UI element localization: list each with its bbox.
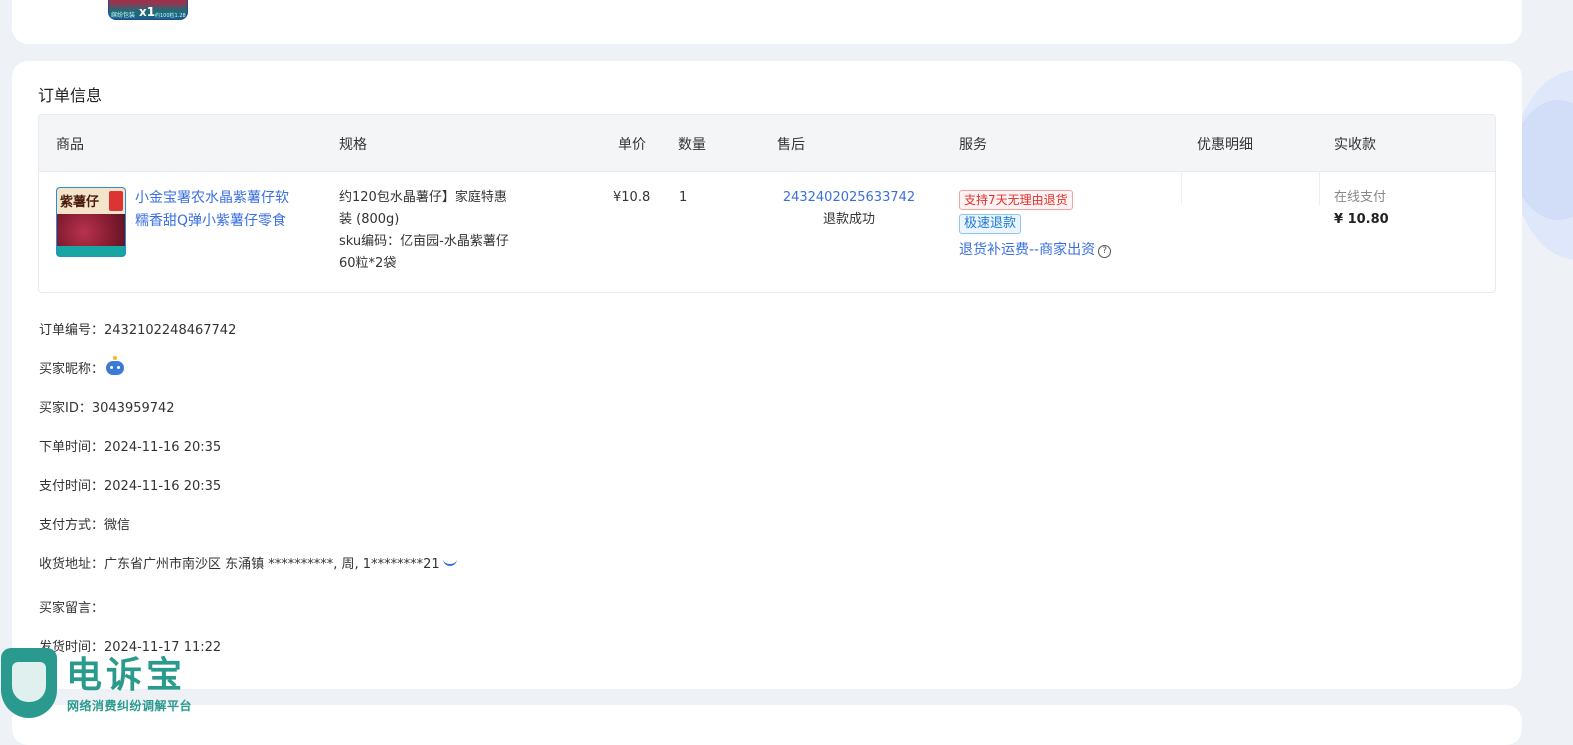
pay-time: 2024-11-16 20:35 [104, 479, 222, 494]
buyer-message-row: 买家留言： [39, 601, 105, 616]
pay-method-row: 支付方式：微信 [39, 518, 131, 533]
section-title: 订单信息 [38, 86, 103, 105]
watermark-title: 电诉宝 [66, 655, 187, 696]
quantity: 1 [679, 190, 688, 205]
unit-price: ¥10.8 [613, 190, 651, 205]
badge-fast-refund: 极速退款 [959, 214, 1022, 234]
header-received: 实收款 [1334, 137, 1376, 153]
previous-card: 缤纷包装 x1 约100粒1.28斤 [12, 0, 1522, 44]
spec-text: 约120包水晶薯仔】家庭特惠装 (800g) [339, 190, 507, 227]
column-divider [1319, 171, 1320, 205]
order-info-card: 订单信息 商品 规格 单价 数量 售后 服务 优惠明细 实收款 紫薯仔 小金宝署… [12, 61, 1522, 689]
header-discount: 优惠明细 [1197, 137, 1253, 153]
header-after-sales: 售后 [777, 137, 805, 153]
header-spec: 规格 [339, 137, 367, 153]
header-product: 商品 [56, 137, 84, 153]
header-quantity: 数量 [678, 137, 706, 153]
buyer-nickname-row: 买家昵称： [39, 356, 125, 377]
order-time-row: 下单时间：2024-11-16 20:35 [39, 440, 222, 455]
watermark-subtitle: 网络消费纠纷调解平台 [67, 699, 193, 713]
table-row: 紫薯仔 小金宝署农水晶紫薯仔软糯香甜Q弹小紫薯仔零食 约120包水晶薯仔】家庭特… [39, 171, 1495, 292]
column-divider [1181, 171, 1182, 205]
after-sales-status: 退款成功 [822, 212, 875, 227]
sku-code: sku编码：亿亩园-水晶紫薯仔60粒*2袋 [339, 234, 509, 271]
product-thumbnail[interactable]: 缤纷包装 x1 约100粒1.28斤 [108, 0, 188, 20]
product-image[interactable]: 紫薯仔 [56, 187, 126, 257]
received-amount: ¥ 10.80 [1334, 212, 1389, 227]
after-sales-number-link[interactable]: 2432402025633742 [779, 187, 919, 209]
badge-7day-return: 支持7天无理由退货 [959, 190, 1073, 210]
payment-method: 在线支付 [1334, 190, 1387, 205]
pay-method: 微信 [104, 518, 131, 533]
eye-closed-icon[interactable] [442, 558, 457, 566]
thumbnail-qty: x1 [139, 5, 156, 19]
next-card [12, 705, 1522, 745]
shield-fist-icon [1, 648, 57, 718]
buyer-id-row: 买家ID：3043959742 [39, 401, 175, 416]
buyer-id: 3043959742 [91, 401, 175, 416]
order-time: 2024-11-16 20:35 [104, 440, 222, 455]
return-shipping-link[interactable]: 退货补运费--商家出资 [959, 242, 1095, 258]
product-name-link[interactable]: 小金宝署农水晶紫薯仔软糯香甜Q弹小紫薯仔零食 [135, 190, 289, 229]
avatar-robot-icon [106, 356, 125, 375]
order-table: 商品 规格 单价 数量 售后 服务 优惠明细 实收款 紫薯仔 小金宝署农水晶紫薯… [38, 114, 1496, 293]
watermark-logo: 电诉宝 网络消费纠纷调解平台 [0, 648, 215, 721]
header-service: 服务 [959, 137, 987, 153]
order-number-row: 订单编号：2432102248467742 [39, 323, 237, 338]
shipping-address: 广东省广州市南沙区 东涌镇 **********, 周, 1********21 [104, 557, 440, 572]
table-header: 商品 规格 单价 数量 售后 服务 优惠明细 实收款 [39, 115, 1495, 172]
order-number: 2432102248467742 [104, 323, 237, 338]
header-unit-price: 单价 [618, 137, 646, 153]
address-row: 收货地址：广东省广州市南沙区 东涌镇 **********, 周, 1*****… [39, 553, 457, 572]
help-icon[interactable]: ? [1098, 245, 1112, 258]
pay-time-row: 支付时间：2024-11-16 20:35 [39, 479, 222, 494]
